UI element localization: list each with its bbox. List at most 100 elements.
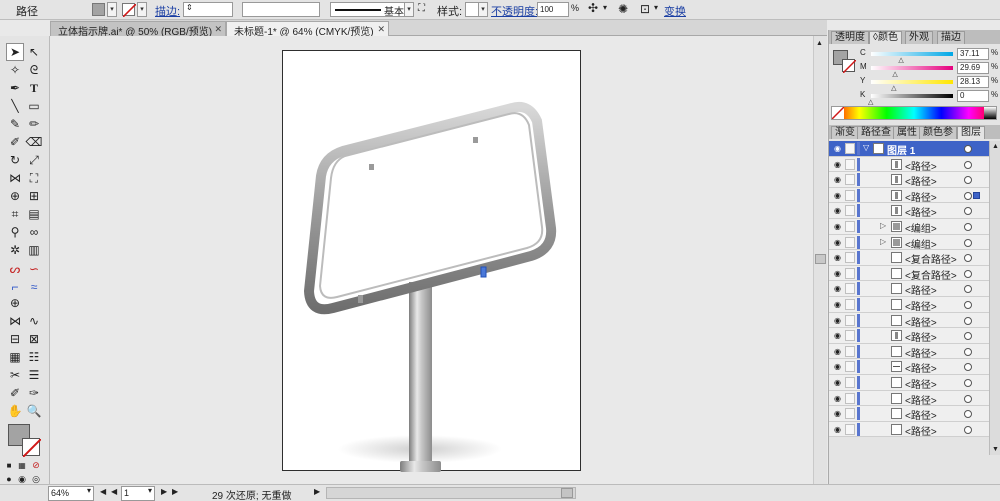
fill-dropdown-arrow[interactable]: ▾ xyxy=(107,2,117,17)
style-dropdown-arrow[interactable]: ▾ xyxy=(478,2,488,17)
layer-row[interactable]: ◉ <路径> xyxy=(829,297,1000,313)
document-setup-icon[interactable]: ✺ xyxy=(618,2,628,16)
color-spectrum-bar[interactable] xyxy=(831,106,997,120)
close-icon[interactable]: ✕ xyxy=(214,24,222,35)
scroll-up-icon[interactable]: ▲ xyxy=(816,40,823,47)
collapse-icon[interactable]: ▽ xyxy=(863,143,869,152)
layer-row[interactable]: ◉ ▷ <编组> xyxy=(829,219,1000,235)
eye-icon[interactable]: ◉ xyxy=(832,362,843,371)
lock-toggle[interactable] xyxy=(845,377,855,388)
symbol-sprayer-tool-icon[interactable]: ✲ xyxy=(6,241,24,259)
pen-tool-icon[interactable]: ✒ xyxy=(6,79,24,97)
target-circle-icon[interactable] xyxy=(964,285,972,294)
tab-stroke[interactable]: 描边 xyxy=(937,31,965,44)
eye-icon[interactable]: ◉ xyxy=(832,425,843,434)
layer-row[interactable]: ◉ <路径> xyxy=(829,156,1000,173)
eye-icon[interactable]: ◉ xyxy=(832,284,843,293)
eye-icon[interactable]: ◉ xyxy=(832,316,843,325)
gradient-mode-icon[interactable]: ▦ xyxy=(17,460,27,470)
artboard-dropdown-arrow[interactable]: ▾ xyxy=(148,486,152,495)
eye-icon[interactable]: ◉ xyxy=(832,222,843,231)
status-menu-arrow[interactable]: ▶ xyxy=(314,487,320,496)
target-circle-icon[interactable] xyxy=(964,347,972,356)
list-tool-icon[interactable]: ☰ xyxy=(25,366,43,384)
lock-toggle[interactable] xyxy=(845,236,855,248)
target-circle-icon[interactable] xyxy=(964,254,972,263)
tab-appearance[interactable]: 外观 xyxy=(905,31,933,44)
free-transform-tool-icon[interactable]: ⛶ xyxy=(25,169,43,187)
last-artboard-icon[interactable]: ▶ xyxy=(172,487,178,496)
zoom-dropdown-arrow[interactable]: ▾ xyxy=(87,486,91,495)
stepper-icon[interactable]: ⇕ xyxy=(186,3,193,12)
eye-icon[interactable]: ◉ xyxy=(832,394,843,403)
target-circle-icon[interactable] xyxy=(964,363,972,372)
warp-tool-icon[interactable]: ⋈ xyxy=(6,312,24,330)
column-graph-tool-icon[interactable]: ▥ xyxy=(25,241,43,259)
perspective-grid-tool-icon[interactable]: ⊞ xyxy=(25,187,43,205)
eye-icon[interactable]: ◉ xyxy=(832,160,843,169)
opacity-input[interactable]: 100 xyxy=(537,2,569,17)
expand-icon[interactable]: ▷ xyxy=(880,237,886,246)
eye-icon[interactable]: ◉ xyxy=(832,191,843,200)
target-circle-icon[interactable] xyxy=(964,207,972,216)
stroke-color-box[interactable] xyxy=(22,438,42,458)
gradient-tool-icon[interactable]: ▤ xyxy=(25,205,43,223)
brush-dropdown-arrow[interactable]: ▾ xyxy=(404,2,414,17)
selection-indicator[interactable] xyxy=(973,191,980,199)
color-stroke-box[interactable] xyxy=(842,59,857,74)
cyan-slider[interactable] xyxy=(871,52,953,56)
layer-row[interactable]: ◉ <路径> xyxy=(829,203,1000,219)
lasso-tool-icon[interactable]: ᘓ xyxy=(25,61,43,79)
blend-tool-icon[interactable]: ∞ xyxy=(25,223,43,241)
variable-width-field[interactable] xyxy=(242,2,320,17)
first-artboard-icon[interactable]: ◀ xyxy=(100,487,106,496)
layer-row[interactable]: ◉ <路径> xyxy=(829,187,1000,204)
eye-icon[interactable]: ◉ xyxy=(832,238,843,247)
lock-toggle[interactable] xyxy=(845,252,855,264)
none-swatch[interactable] xyxy=(831,106,845,120)
expand-icon[interactable]: ▷ xyxy=(880,221,886,230)
target-circle-icon[interactable] xyxy=(964,379,972,387)
opacity-label[interactable]: 不透明度: xyxy=(491,3,538,19)
doc-tab-1[interactable]: 立体指示牌.ai* @ 50% (RGB/预览) ✕ xyxy=(50,21,226,38)
black-white-swatch[interactable] xyxy=(984,107,996,119)
pencil-tool-icon[interactable]: ✏ xyxy=(25,115,43,133)
path-tool-icon[interactable]: ᔕ xyxy=(6,260,24,278)
previous-artboard-icon[interactable]: ◀ xyxy=(111,487,117,496)
stroke-swatch[interactable] xyxy=(122,3,137,18)
eye-icon[interactable]: ◉ xyxy=(832,253,843,262)
stroke-dropdown-arrow[interactable]: ▾ xyxy=(137,2,147,17)
artboard-tool-icon[interactable]: ☷ xyxy=(25,348,43,366)
magenta-value-input[interactable]: 29.69 xyxy=(957,62,989,74)
mesh-tool-icon[interactable]: ⌗ xyxy=(6,205,24,223)
lock-toggle[interactable] xyxy=(845,330,855,342)
canvas-area[interactable] xyxy=(50,36,827,484)
layer-row[interactable]: ◉ <复合路径> xyxy=(829,265,1000,282)
curve-tool-icon[interactable]: ∽ xyxy=(25,260,43,278)
black-slider[interactable] xyxy=(871,94,953,98)
magic-wand-tool-icon[interactable]: ✧ xyxy=(6,61,24,79)
scissors-tool-icon[interactable]: ✂ xyxy=(6,366,24,384)
crosshair-tool-icon[interactable]: ⊕ xyxy=(6,294,24,312)
brush-definition-dropdown[interactable]: 基本 xyxy=(330,2,414,18)
lock-toggle[interactable] xyxy=(845,174,855,186)
recolor-artwork-icon[interactable]: ✣ xyxy=(588,1,598,15)
layer-row[interactable]: ◉ ▷ <编组> xyxy=(829,234,1000,251)
lock-toggle[interactable] xyxy=(845,189,855,201)
eye-icon[interactable]: ◉ xyxy=(832,331,843,340)
eye-icon[interactable]: ◉ xyxy=(832,378,843,387)
slice-tool-icon[interactable]: ⊟ xyxy=(6,330,24,348)
direct-selection-tool-icon[interactable]: ↖ xyxy=(25,43,43,61)
layer-row[interactable]: ◉ <路径> xyxy=(829,281,1000,297)
scroll-down-icon[interactable]: ▼ xyxy=(992,446,999,453)
h-scroll-thumb[interactable] xyxy=(561,488,573,498)
lock-toggle[interactable] xyxy=(845,283,855,295)
isolate-icon[interactable]: ⊡ xyxy=(640,2,650,16)
draw-inside-icon[interactable]: ◎ xyxy=(31,474,41,484)
target-circle-icon[interactable] xyxy=(964,410,972,419)
line-tool-icon[interactable]: ╲ xyxy=(6,97,24,115)
lock-toggle[interactable] xyxy=(845,392,855,404)
draw-behind-icon[interactable]: ◉ xyxy=(17,474,27,484)
type-tool-icon[interactable]: T xyxy=(25,79,43,97)
target-circle-icon[interactable] xyxy=(964,145,972,153)
